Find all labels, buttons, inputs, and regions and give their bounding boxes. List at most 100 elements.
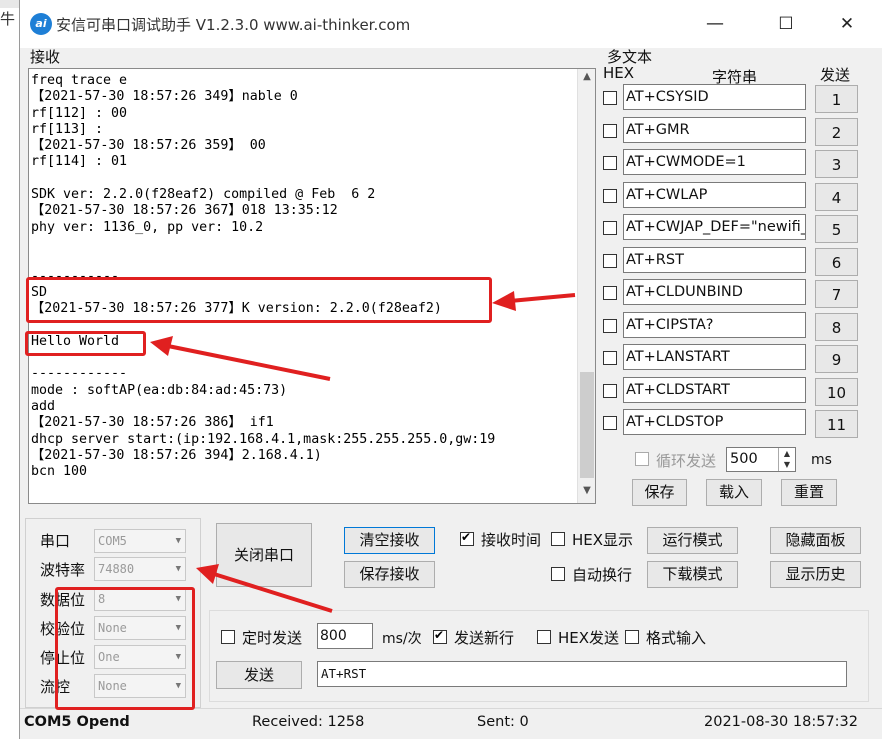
hex-send-checkbox[interactable]	[537, 630, 551, 644]
annotation-highlight-hello	[25, 331, 146, 356]
loop-send-checkbox[interactable]	[635, 452, 649, 466]
received-count: Received: 1258	[252, 714, 365, 730]
multi-text-input[interactable]: AT+GMR	[623, 117, 806, 143]
send-row-button[interactable]: 5	[815, 215, 858, 243]
send-row-button[interactable]: 7	[815, 280, 858, 308]
annotation-highlight-version	[26, 277, 492, 323]
multi-text-row: AT+CWJAP_DEF="newifi_ 5	[602, 214, 864, 244]
minimize-button[interactable]: —	[695, 10, 735, 38]
receive-line: dhcp server start:(ip:192.168.4.1,mask:2…	[31, 431, 496, 447]
receive-time-checkbox[interactable]	[460, 530, 474, 546]
hex-checkbox[interactable]	[603, 91, 617, 105]
multi-text-input[interactable]: AT+CWMODE=1	[623, 149, 806, 175]
loop-send-label: 循环发送	[656, 452, 717, 470]
hex-checkbox[interactable]	[603, 156, 617, 170]
close-window-button[interactable]: ✕	[827, 10, 867, 38]
baud-value: 74880	[98, 562, 135, 576]
maximize-button[interactable]: ☐	[766, 10, 806, 38]
dropdown-arrow-icon: ▼	[175, 564, 181, 574]
send-row-button[interactable]: 10	[815, 378, 858, 406]
timed-send-checkbox[interactable]	[221, 630, 235, 644]
auto-wrap-checkbox[interactable]	[551, 567, 565, 581]
reset-multi-button[interactable]: 重置	[781, 479, 837, 506]
format-input-checkbox[interactable]	[625, 630, 639, 644]
send-text-input[interactable]: AT+RST	[317, 661, 847, 687]
load-multi-button[interactable]: 载入	[706, 479, 762, 506]
send-newline-checkbox[interactable]	[433, 628, 447, 644]
spin-up-icon[interactable]: ▲	[779, 448, 795, 459]
hex-checkbox[interactable]	[603, 319, 617, 333]
receive-line	[31, 252, 571, 268]
hex-checkbox[interactable]	[603, 286, 617, 300]
receive-line: ------------	[31, 366, 128, 382]
download-mode-button[interactable]: 下载模式	[647, 561, 738, 588]
multi-text-input[interactable]: AT+RST	[623, 247, 806, 273]
hex-checkbox[interactable]	[603, 416, 617, 430]
multi-text-input[interactable]: AT+CSYSID	[623, 84, 806, 110]
scrollbar-thumb[interactable]	[580, 372, 594, 478]
title-bar[interactable]: ai 安信可串口调试助手 V1.2.3.0 www.ai-thinker.com…	[20, 0, 882, 48]
receive-line: 【2021-57-30 18:57:26 349】nable 0	[31, 89, 298, 105]
send-row-button[interactable]: 4	[815, 183, 858, 211]
receive-line: rf[113] :	[31, 121, 104, 137]
hex-send-label: HEX发送	[558, 629, 620, 647]
multi-text-row: AT+GMR 2	[602, 117, 864, 147]
hex-checkbox[interactable]	[603, 351, 617, 365]
multi-text-input[interactable]: AT+CWJAP_DEF="newifi_	[623, 214, 806, 240]
scroll-up-arrow-icon[interactable]: ▲	[578, 71, 596, 85]
port-select[interactable]: COM5 ▼	[94, 529, 186, 553]
send-button[interactable]: 发送	[216, 661, 302, 689]
window-title: 安信可串口调试助手 V1.2.3.0 www.ai-thinker.com	[56, 16, 411, 34]
hex-display-checkbox[interactable]	[551, 532, 565, 546]
scroll-down-arrow-icon[interactable]: ▼	[578, 485, 596, 499]
send-row-button[interactable]: 1	[815, 85, 858, 113]
loop-interval-unit: ms	[811, 452, 832, 468]
multi-text-input[interactable]: AT+CIPSTA?	[623, 312, 806, 338]
receive-scrollbar[interactable]: ▲ ▼	[577, 69, 595, 503]
multi-text-input[interactable]: AT+CLDUNBIND	[623, 279, 806, 305]
send-row-button[interactable]: 11	[815, 410, 858, 438]
run-mode-button[interactable]: 运行模式	[647, 527, 738, 554]
send-row-button[interactable]: 8	[815, 313, 858, 341]
hex-checkbox[interactable]	[603, 221, 617, 235]
multi-text-row: AT+CSYSID 1	[602, 84, 864, 114]
show-history-button[interactable]: 显示历史	[770, 561, 861, 588]
save-multi-button[interactable]: 保存	[632, 479, 687, 506]
receive-time-label: 接收时间	[481, 531, 542, 549]
hex-checkbox[interactable]	[603, 384, 617, 398]
hex-column-header: HEX	[603, 64, 635, 82]
send-row-button[interactable]: 9	[815, 345, 858, 373]
loop-interval-spinner[interactable]: ▲ ▼	[778, 448, 795, 471]
annotation-highlight-settings	[55, 587, 195, 710]
hex-checkbox[interactable]	[603, 124, 617, 138]
hex-checkbox[interactable]	[603, 189, 617, 203]
receive-line: 【2021-57-30 18:57:26 386】 if1	[31, 415, 274, 431]
save-receive-button[interactable]: 保存接收	[344, 561, 435, 588]
baud-select[interactable]: 74880 ▼	[94, 557, 186, 581]
clear-receive-button[interactable]: 清空接收	[344, 527, 435, 554]
send-column-header: 发送	[820, 66, 851, 84]
multi-text-row: AT+CWMODE=1 3	[602, 149, 864, 179]
hide-panel-button[interactable]: 隐藏面板	[770, 527, 861, 554]
send-interval-input[interactable]: 800	[317, 623, 373, 649]
multi-text-input[interactable]: AT+LANSTART	[623, 344, 806, 370]
multi-text-row: AT+CLDSTART 10	[602, 377, 864, 407]
spin-down-icon[interactable]: ▼	[779, 459, 795, 470]
multi-text-input[interactable]: AT+CLDSTOP	[623, 409, 806, 435]
dropdown-arrow-icon: ▼	[175, 536, 181, 546]
receive-line: rf[112] : 00	[31, 105, 128, 121]
send-row-button[interactable]: 3	[815, 150, 858, 178]
multi-text-row: AT+CWLAP 4	[602, 182, 864, 212]
send-row-button[interactable]: 2	[815, 118, 858, 146]
close-port-button[interactable]: 关闭串口	[216, 523, 312, 587]
app-logo-icon: ai	[30, 13, 52, 35]
receive-line: phy ver: 1136_0, pp ver: 10.2	[31, 219, 264, 235]
multi-text-input[interactable]: AT+CWLAP	[623, 182, 806, 208]
multi-text-input[interactable]: AT+CLDSTART	[623, 377, 806, 403]
receive-line: 【2021-57-30 18:57:26 359】 00	[31, 138, 266, 154]
receive-line	[31, 171, 571, 187]
hex-checkbox[interactable]	[603, 254, 617, 268]
send-row-button[interactable]: 6	[815, 248, 858, 276]
send-newline-label: 发送新行	[454, 629, 515, 647]
receive-line: freq trace e	[31, 73, 128, 88]
